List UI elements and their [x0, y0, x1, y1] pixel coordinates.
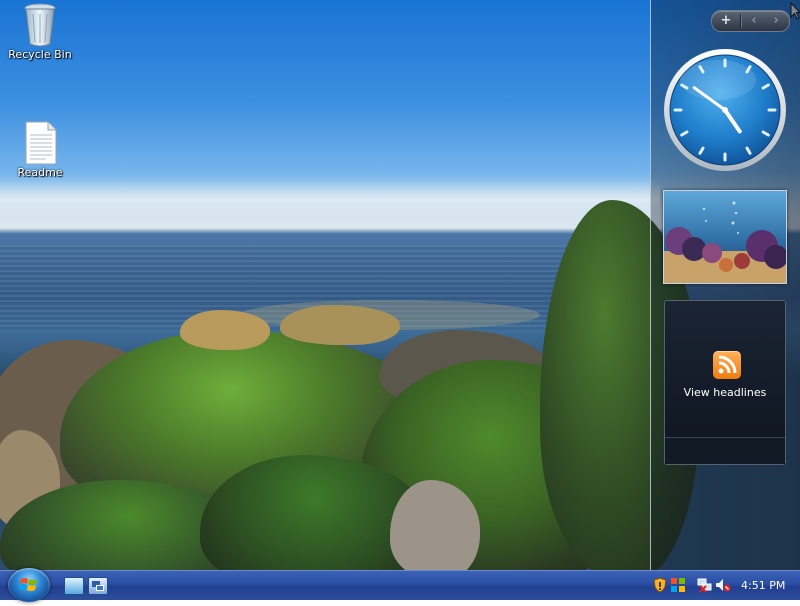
desktop-icon-recycle-bin[interactable]: Recycle Bin — [4, 2, 76, 61]
add-gadget-button[interactable]: + — [712, 11, 740, 31]
feed-gadget-footer — [665, 437, 785, 464]
wallpaper-rock — [180, 310, 270, 350]
windows-update-icon[interactable] — [670, 577, 686, 593]
desktop-icon-label: Recycle Bin — [8, 48, 72, 61]
switch-windows-icon[interactable] — [88, 577, 108, 595]
security-shield-icon[interactable] — [652, 577, 668, 593]
rss-icon — [713, 351, 741, 379]
windows-logo-icon — [19, 578, 37, 591]
desktop-icon-readme[interactable]: Readme — [4, 120, 76, 179]
wallpaper-rock — [280, 305, 400, 345]
taskbar-clock[interactable]: 4:51 PM — [741, 579, 785, 592]
show-desktop-icon[interactable] — [64, 577, 84, 595]
start-button[interactable] — [8, 568, 50, 602]
clock-gadget[interactable] — [663, 48, 787, 172]
network-icon[interactable] — [697, 577, 713, 593]
previous-page-button[interactable]: ‹ — [744, 11, 764, 31]
feed-headlines-gadget[interactable]: View headlines — [664, 300, 786, 465]
coral-reef-image — [664, 201, 786, 283]
recycle-bin-icon — [20, 2, 60, 47]
slideshow-gadget[interactable] — [663, 190, 787, 284]
taskbar: 4:51 PM — [0, 568, 800, 602]
sidebar-controls-divider — [740, 14, 742, 28]
next-page-button[interactable]: › — [766, 11, 786, 31]
text-document-icon — [20, 120, 60, 165]
wallpaper-cloud-band — [0, 180, 660, 220]
view-headlines-link[interactable]: View headlines — [665, 386, 785, 399]
sidebar-controls: + ‹ › — [711, 10, 790, 32]
desktop-icon-label: Readme — [17, 166, 63, 179]
volume-muted-icon[interactable] — [715, 577, 731, 593]
